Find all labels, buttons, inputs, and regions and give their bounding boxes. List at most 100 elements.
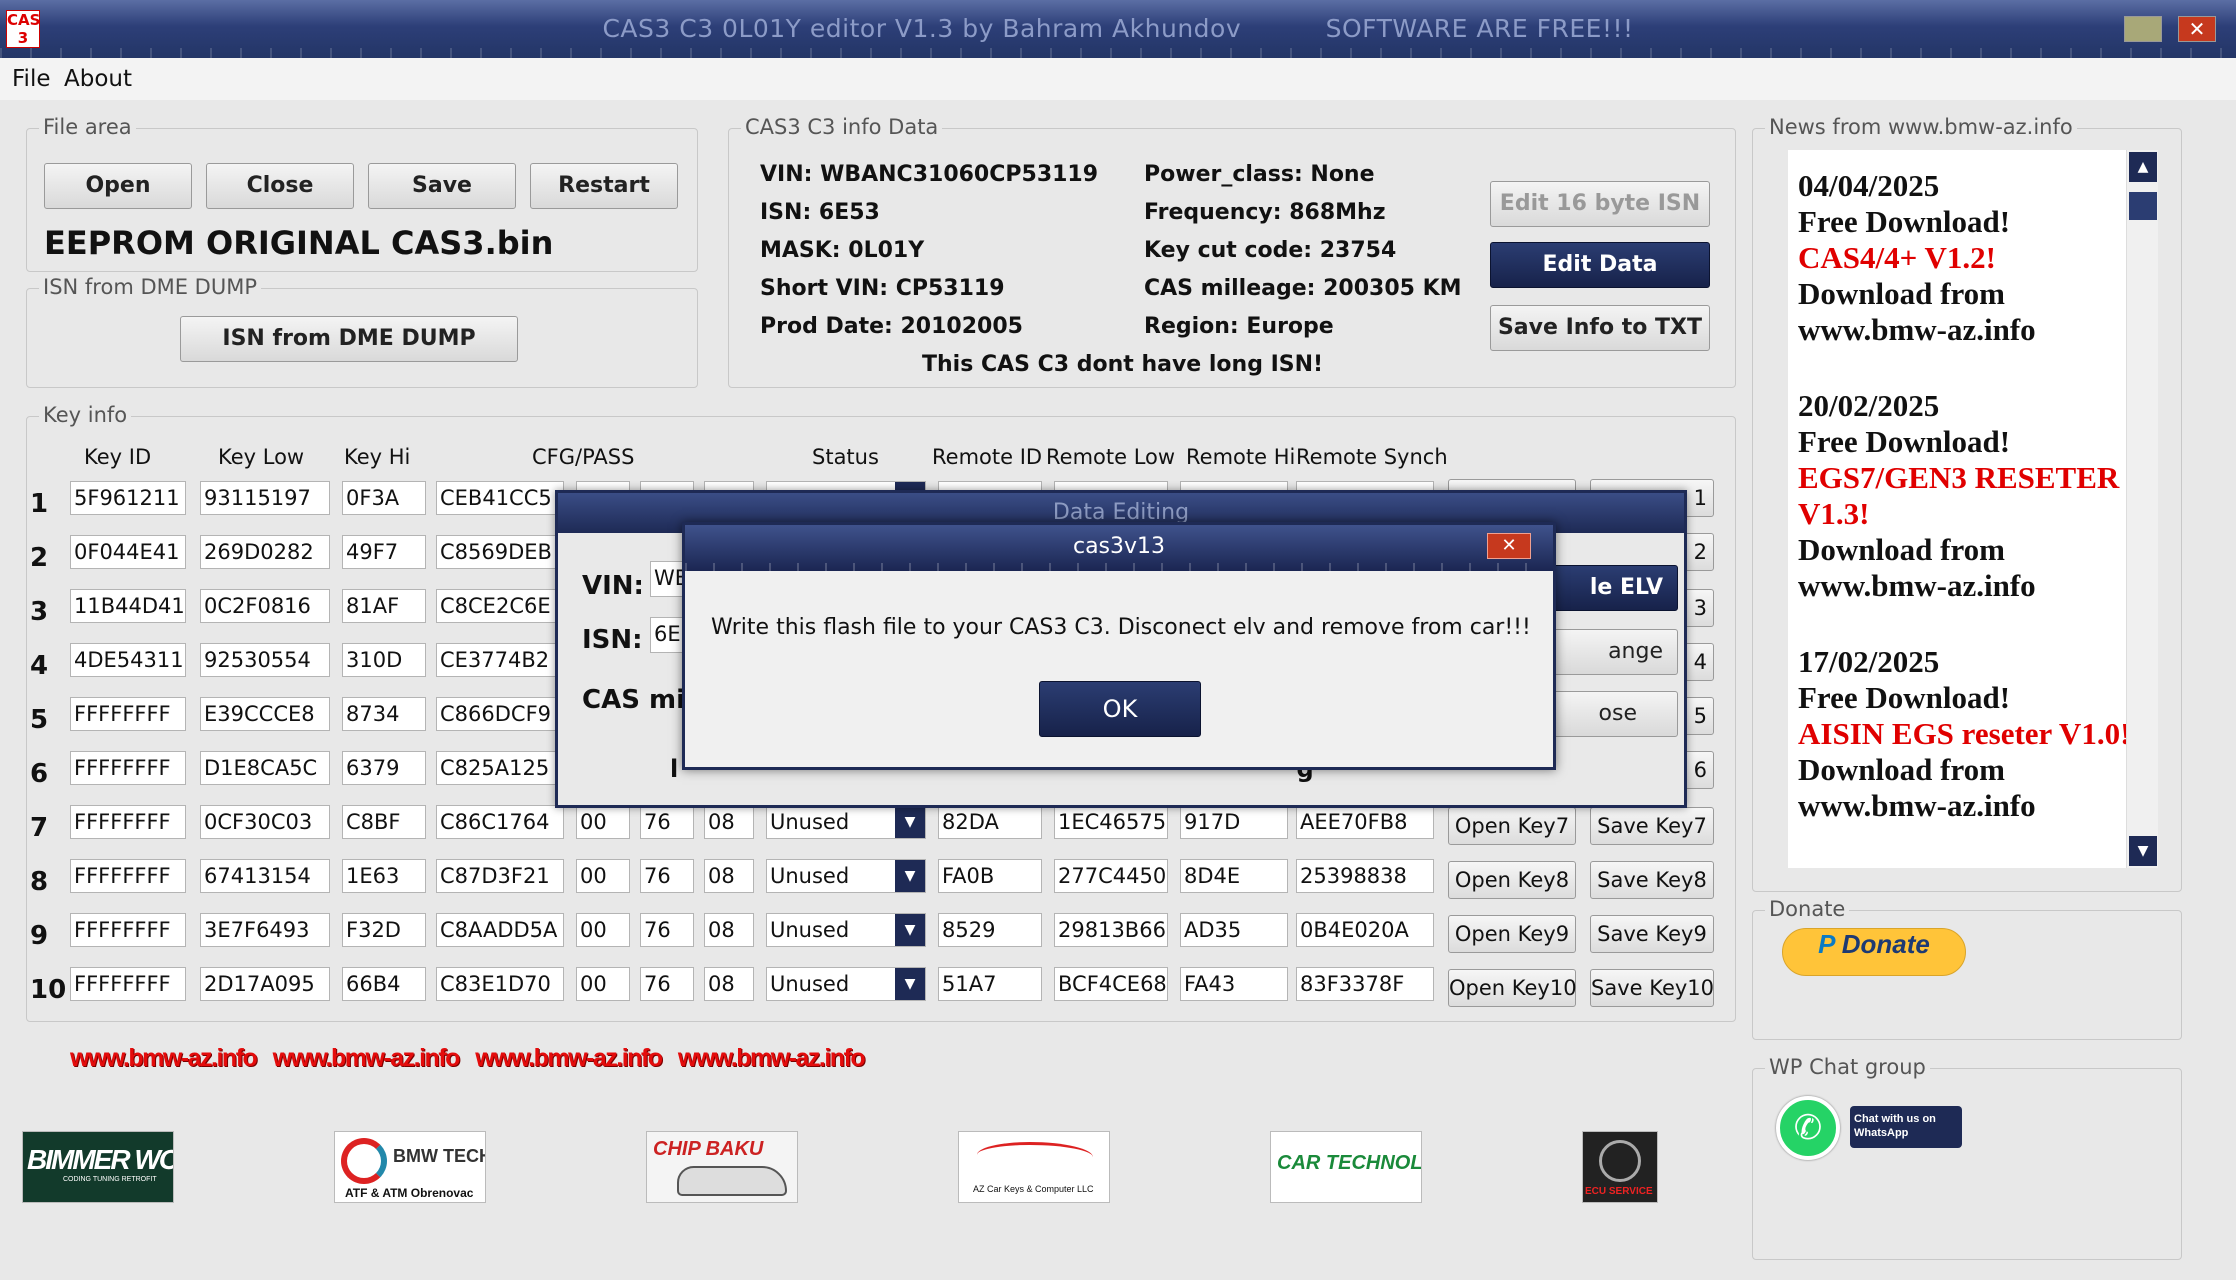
status-select[interactable]: Unused ▼ bbox=[766, 967, 926, 1001]
key-low-cell[interactable]: 0C2F0816 bbox=[200, 589, 330, 623]
remote-synch-cell[interactable]: 25398838 bbox=[1296, 859, 1434, 893]
save-info-txt-button[interactable]: Save Info to TXT bbox=[1490, 305, 1710, 351]
key-low-cell[interactable]: D1E8CA5C bbox=[200, 751, 330, 785]
open-key-button[interactable]: Open Key8 bbox=[1448, 861, 1576, 899]
cfg-pass-cell[interactable]: CE3774B2 bbox=[436, 643, 564, 677]
chevron-down-icon[interactable]: ▼ bbox=[895, 806, 925, 838]
key-id-cell[interactable]: FFFFFFFF bbox=[70, 859, 186, 893]
key-low-cell[interactable]: 92530554 bbox=[200, 643, 330, 677]
restart-button[interactable]: Restart bbox=[530, 163, 678, 209]
news-item[interactable]: 04/04/2025 Free Download! CAS4/4+ V1.2! Dow… bbox=[1798, 168, 2146, 348]
menu-file[interactable]: File bbox=[12, 66, 51, 92]
menu-about[interactable]: About bbox=[64, 66, 132, 92]
pass3-cell[interactable]: 08 bbox=[704, 805, 754, 839]
pass1-cell[interactable]: 00 bbox=[576, 913, 630, 947]
key-hi-cell[interactable]: C8BF bbox=[342, 805, 426, 839]
cfg-pass-cell[interactable]: C8CE2C6E bbox=[436, 589, 564, 623]
remote-low-cell[interactable]: BCF4CE68 bbox=[1054, 967, 1168, 1001]
pass1-cell[interactable]: 00 bbox=[576, 805, 630, 839]
key-id-cell[interactable]: 0F044E41 bbox=[70, 535, 186, 569]
pass2-cell[interactable]: 76 bbox=[640, 805, 694, 839]
key-hi-cell[interactable]: 49F7 bbox=[342, 535, 426, 569]
open-key-button[interactable]: Open Key9 bbox=[1448, 915, 1576, 953]
key-low-cell[interactable]: 3E7F6493 bbox=[200, 913, 330, 947]
close-window-button[interactable]: ✕ bbox=[2178, 16, 2216, 42]
key-hi-cell[interactable]: 81AF bbox=[342, 589, 426, 623]
key-hi-cell[interactable]: 1E63 bbox=[342, 859, 426, 893]
cfg-pass-cell[interactable]: C825A125 bbox=[436, 751, 564, 785]
remote-synch-cell[interactable]: 83F3378F bbox=[1296, 967, 1434, 1001]
remote-id-cell[interactable]: 8529 bbox=[938, 913, 1042, 947]
scroll-up-icon[interactable]: ▲ bbox=[2129, 152, 2157, 182]
dlg-elv-button[interactable]: le ELV bbox=[1548, 565, 1678, 611]
cfg-pass-cell[interactable]: C87D3F21 bbox=[436, 859, 564, 893]
isn-from-dme-button[interactable]: ISN from DME DUMP bbox=[180, 316, 518, 362]
news-item[interactable]: 17/02/2025 Free Download! AISIN EGS resete… bbox=[1798, 644, 2146, 824]
minimize-button[interactable] bbox=[2124, 16, 2162, 42]
bmw-technic-logo[interactable]: BMW TECHNIC ATF & ATM Obrenovac bbox=[334, 1131, 486, 1203]
cfg-pass-cell[interactable]: C866DCF9 bbox=[436, 697, 564, 731]
remote-id-cell[interactable]: 51A7 bbox=[938, 967, 1042, 1001]
remote-hi-cell[interactable]: 8D4E bbox=[1180, 859, 1288, 893]
pass2-cell[interactable]: 76 bbox=[640, 913, 694, 947]
key-id-cell[interactable]: FFFFFFFF bbox=[70, 967, 186, 1001]
whatsapp-badge[interactable]: ✆ Chat with us on WhatsApp bbox=[1766, 1090, 1966, 1164]
key-hi-cell[interactable]: 0F3A bbox=[342, 481, 426, 515]
key-low-cell[interactable]: 269D0282 bbox=[200, 535, 330, 569]
remote-low-cell[interactable]: 1EC46575 bbox=[1054, 805, 1168, 839]
key-low-cell[interactable]: 67413154 bbox=[200, 859, 330, 893]
open-key-button[interactable]: Open Key10 bbox=[1448, 969, 1577, 1007]
dlg-close-button[interactable]: ose bbox=[1548, 691, 1678, 737]
status-select[interactable]: Unused ▼ bbox=[766, 913, 926, 947]
chevron-down-icon[interactable]: ▼ bbox=[895, 914, 925, 946]
pass2-cell[interactable]: 76 bbox=[640, 859, 694, 893]
message-close-icon[interactable]: ✕ bbox=[1487, 533, 1531, 559]
key-hi-cell[interactable]: F32D bbox=[342, 913, 426, 947]
cfg-pass-cell[interactable]: C86C1764 bbox=[436, 805, 564, 839]
cfg-pass-cell[interactable]: C8AADD5A bbox=[436, 913, 564, 947]
open-key-button[interactable]: Open Key7 bbox=[1448, 807, 1576, 845]
status-select[interactable]: Unused ▼ bbox=[766, 805, 926, 839]
ecu-service-logo[interactable]: ECU SERVICE bbox=[1582, 1131, 1658, 1203]
key-low-cell[interactable]: E39CCCE8 bbox=[200, 697, 330, 731]
edit-data-button[interactable]: Edit Data bbox=[1490, 242, 1710, 288]
key-id-cell[interactable]: 4DE54311 bbox=[70, 643, 186, 677]
save-button[interactable]: Save bbox=[368, 163, 516, 209]
remote-synch-cell[interactable]: AEE70FB8 bbox=[1296, 805, 1434, 839]
key-hi-cell[interactable]: 310D bbox=[342, 643, 426, 677]
close-button[interactable]: Close bbox=[206, 163, 354, 209]
scroll-thumb[interactable] bbox=[2129, 192, 2157, 220]
remote-synch-cell[interactable]: 0B4E020A bbox=[1296, 913, 1434, 947]
cfg-pass-cell[interactable]: CEB41CC5 bbox=[436, 481, 564, 515]
pass3-cell[interactable]: 08 bbox=[704, 859, 754, 893]
key-low-cell[interactable]: 0CF30C03 bbox=[200, 805, 330, 839]
edit-isn-button[interactable]: Edit 16 byte ISN bbox=[1490, 181, 1710, 227]
key-low-cell[interactable]: 2D17A095 bbox=[200, 967, 330, 1001]
pass3-cell[interactable]: 08 bbox=[704, 913, 754, 947]
save-key-button[interactable]: Save Key7 bbox=[1590, 807, 1714, 845]
news-item[interactable]: 20/02/2025 Free Download! EGS7/GEN3 RESETE… bbox=[1798, 388, 2146, 604]
news-scrollbar[interactable]: ▲ ▼ bbox=[2126, 150, 2158, 868]
key-id-cell[interactable]: 5F961211 bbox=[70, 481, 186, 515]
key-id-cell[interactable]: FFFFFFFF bbox=[70, 751, 186, 785]
pass2-cell[interactable]: 76 bbox=[640, 967, 694, 1001]
donate-button[interactable]: P Donate bbox=[1782, 928, 1966, 976]
remote-hi-cell[interactable]: 917D bbox=[1180, 805, 1288, 839]
key-id-cell[interactable]: 11B44D41 bbox=[70, 589, 186, 623]
key-id-cell[interactable]: FFFFFFFF bbox=[70, 697, 186, 731]
ok-button[interactable]: OK bbox=[1039, 681, 1201, 737]
key-id-cell[interactable]: FFFFFFFF bbox=[70, 805, 186, 839]
key-hi-cell[interactable]: 6379 bbox=[342, 751, 426, 785]
chevron-down-icon[interactable]: ▼ bbox=[895, 860, 925, 892]
chip-baku-logo[interactable]: CHIP BAKU bbox=[646, 1131, 798, 1203]
cfg-pass-cell[interactable]: C83E1D70 bbox=[436, 967, 564, 1001]
cfg-pass-cell[interactable]: C8569DEB bbox=[436, 535, 564, 569]
key-id-cell[interactable]: FFFFFFFF bbox=[70, 913, 186, 947]
status-select[interactable]: Unused ▼ bbox=[766, 859, 926, 893]
remote-low-cell[interactable]: 29813B66 bbox=[1054, 913, 1168, 947]
pass1-cell[interactable]: 00 bbox=[576, 859, 630, 893]
key-low-cell[interactable]: 93115197 bbox=[200, 481, 330, 515]
bimmer-works-logo[interactable]: BIMMER WORKS CODING TUNING RETROFIT bbox=[22, 1131, 174, 1203]
key-hi-cell[interactable]: 66B4 bbox=[342, 967, 426, 1001]
scroll-down-icon[interactable]: ▼ bbox=[2129, 836, 2157, 866]
